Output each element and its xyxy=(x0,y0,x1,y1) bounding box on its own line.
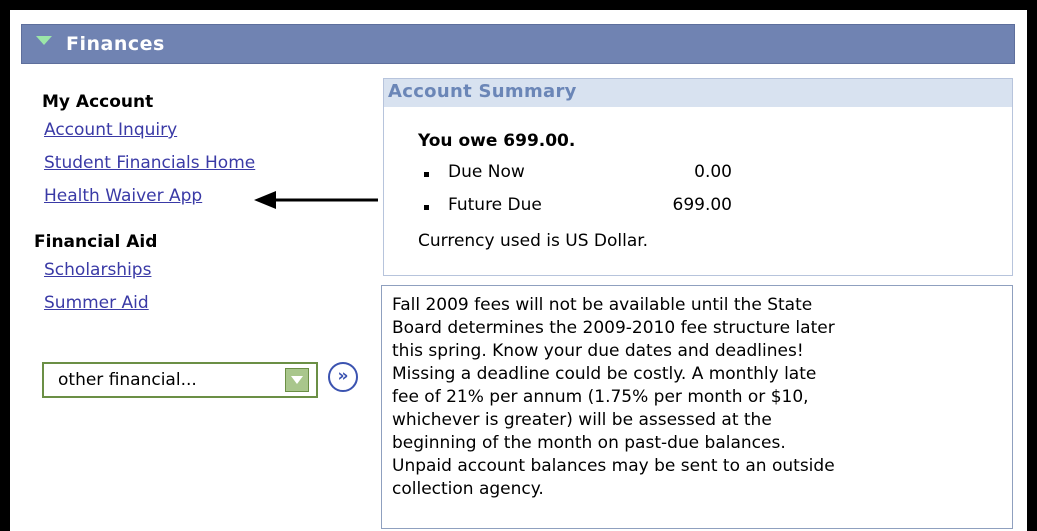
other-financial-selected-value: other financial... xyxy=(58,370,197,390)
account-summary-title: Account Summary xyxy=(388,81,577,102)
health-waiver-app-link[interactable]: Health Waiver App xyxy=(44,186,202,206)
bullet-icon xyxy=(424,205,429,210)
my-account-heading: My Account xyxy=(42,92,154,112)
frame-left-border xyxy=(0,0,10,531)
go-button[interactable]: » xyxy=(328,362,358,392)
pointer-arrow-icon xyxy=(254,191,378,209)
frame-right-border xyxy=(1027,0,1037,531)
finances-header[interactable]: Finances xyxy=(21,24,1015,64)
future-due-value: 699.00 xyxy=(672,195,732,215)
due-now-value: 0.00 xyxy=(694,162,732,182)
dropdown-arrow-icon[interactable] xyxy=(285,368,309,392)
finances-title: Finances xyxy=(66,33,165,55)
other-financial-select[interactable]: other financial... xyxy=(42,362,318,398)
due-now-label: Due Now xyxy=(448,162,525,182)
account-summary-panel: Account Summary You owe 699.00. Due Now … xyxy=(383,78,1013,276)
account-summary-header: Account Summary xyxy=(384,79,1012,107)
frame-top-border xyxy=(0,0,1037,10)
expand-triangle-icon[interactable] xyxy=(36,36,52,45)
scholarships-link[interactable]: Scholarships xyxy=(44,260,151,280)
student-financials-home-link[interactable]: Student Financials Home xyxy=(44,153,255,173)
financial-aid-heading: Financial Aid xyxy=(34,232,158,252)
currency-note: Currency used is US Dollar. xyxy=(418,231,649,251)
bullet-icon xyxy=(424,172,429,177)
fee-notice-panel: Fall 2009 fees will not be available unt… xyxy=(381,285,1013,529)
summer-aid-link[interactable]: Summer Aid xyxy=(44,293,149,313)
account-inquiry-link[interactable]: Account Inquiry xyxy=(44,120,177,140)
amount-owed-text: You owe 699.00. xyxy=(418,131,576,151)
fee-notice-text: Fall 2009 fees will not be available unt… xyxy=(392,295,835,499)
future-due-label: Future Due xyxy=(448,195,542,215)
